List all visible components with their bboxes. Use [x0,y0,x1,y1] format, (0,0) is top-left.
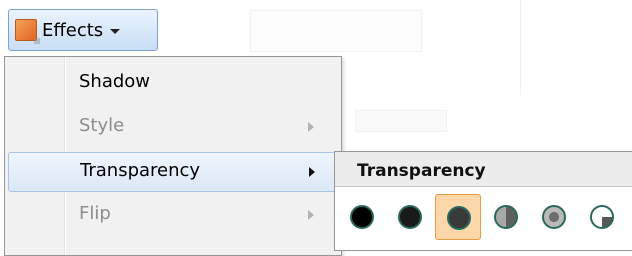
transparency-option-5[interactable] [579,194,625,240]
chevron-right-icon [308,122,314,132]
transparency-swatch-icon [542,205,566,229]
menu-item-flip[interactable]: Flip [8,196,338,236]
menu-item-shadow[interactable]: Shadow [8,64,338,104]
menu-item-style[interactable]: Style [8,108,338,148]
submenu-title: Transparency [357,161,486,181]
transparency-swatch-icon [350,205,374,229]
menu-item-label: Flip [79,203,111,224]
effects-menu: Shadow Style Transparency Flip [4,56,342,256]
transparency-option-3[interactable] [483,194,529,240]
background-panel [355,110,447,132]
menu-item-label: Shadow [79,71,151,92]
chevron-down-icon [110,29,121,34]
background-divider [520,0,521,95]
menu-item-label: Transparency [80,160,201,181]
transparency-submenu: Transparency [334,151,632,251]
chevron-right-icon [309,167,315,177]
transparency-option-2[interactable] [435,194,481,240]
menu-item-transparency[interactable]: Transparency [8,152,338,192]
chevron-right-icon [308,210,314,220]
transparency-option-0[interactable] [339,194,385,240]
effects-icon [15,19,40,44]
transparency-swatch-icon [494,205,518,229]
background-panel [250,10,422,52]
transparency-swatch-icon [398,205,422,229]
effects-button[interactable]: Effects [8,9,158,51]
transparency-option-1[interactable] [387,194,433,240]
submenu-header: Transparency [335,152,632,187]
transparency-option-4[interactable] [531,194,577,240]
menu-item-label: Style [79,115,125,136]
transparency-swatch-icon [590,205,614,229]
transparency-swatch-icon [447,206,471,230]
effects-button-label: Effects [42,19,104,41]
